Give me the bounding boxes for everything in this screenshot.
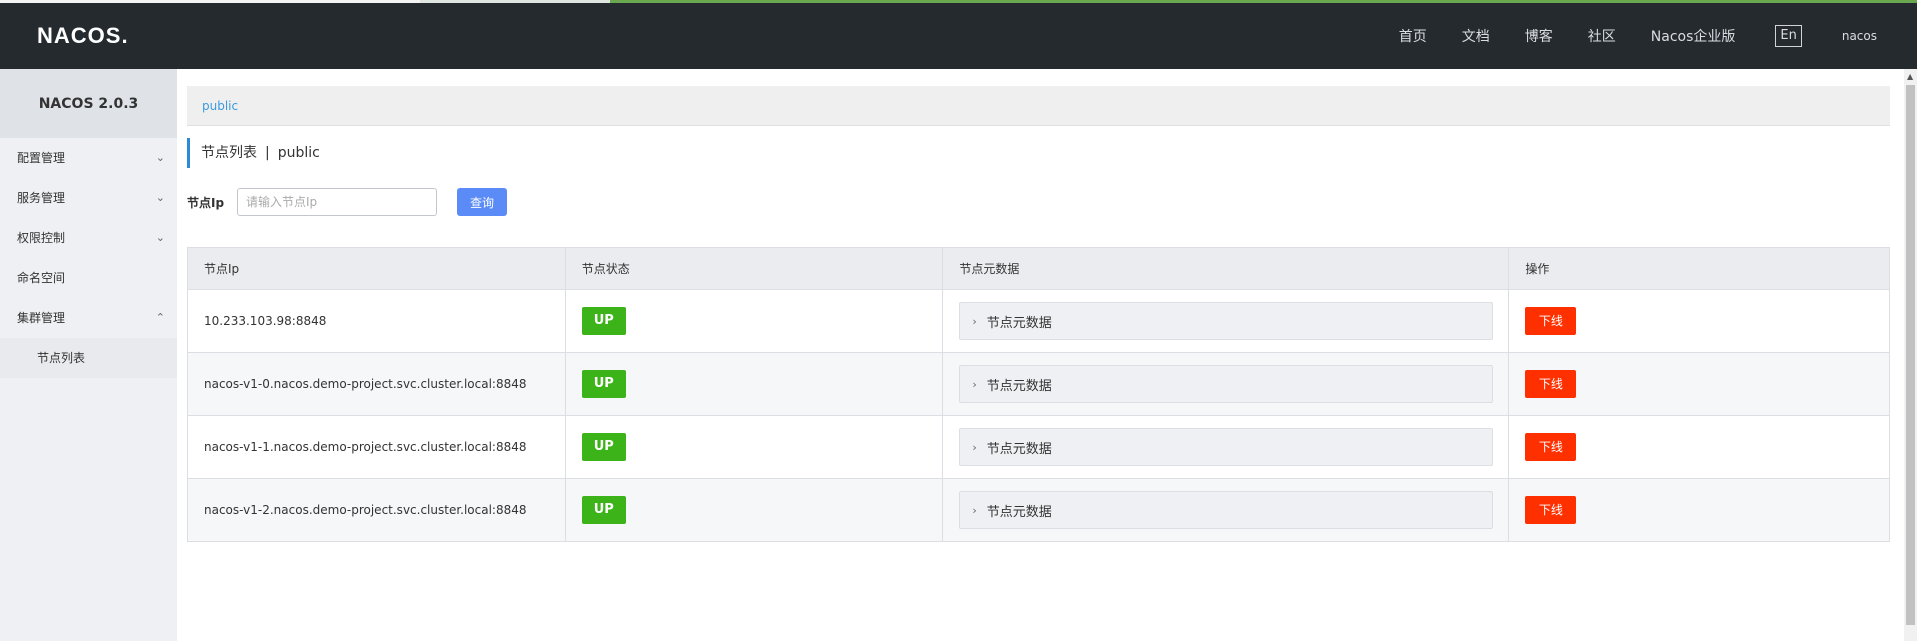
chevron-right-icon: › xyxy=(972,440,977,454)
node-metadata-cell: › 节点元数据 xyxy=(942,415,1510,479)
sidebar-item-namespace[interactable]: 命名空间 xyxy=(0,258,177,298)
nacos-logo[interactable]: NACOS. xyxy=(37,23,129,49)
chevron-up-icon: ⌃ xyxy=(155,311,165,324)
node-status-cell: UP xyxy=(565,415,944,479)
user-menu[interactable]: nacos xyxy=(1842,29,1877,43)
chevron-right-icon: › xyxy=(972,503,977,517)
node-ip-cell: nacos-v1-0.nacos.demo-project.svc.cluste… xyxy=(187,352,566,416)
query-button[interactable]: 查询 xyxy=(457,188,507,216)
node-metadata-cell: › 节点元数据 xyxy=(942,352,1510,416)
sidebar-item-cluster[interactable]: 集群管理 ⌃ xyxy=(0,298,177,338)
main-content: public 节点列表 | public 节点Ip 查询 节点Ip 节点状态 节点元… xyxy=(187,69,1890,641)
node-ip-label: 节点Ip xyxy=(187,195,225,210)
nav-community[interactable]: 社区 xyxy=(1588,26,1616,46)
offline-button[interactable]: 下线 xyxy=(1525,307,1577,335)
namespace-link[interactable]: public xyxy=(202,99,238,113)
table-row: nacos-v1-2.nacos.demo-project.svc.cluste… xyxy=(187,478,1890,542)
node-ip-input[interactable] xyxy=(237,188,437,216)
table-row: 10.233.103.98:8848 UP › 节点元数据 下线 xyxy=(187,289,1890,353)
sidebar-item-label: 服务管理 xyxy=(17,191,66,205)
status-badge: UP xyxy=(581,496,626,524)
metadata-label: 节点元数据 xyxy=(986,315,1052,331)
node-table: 节点Ip 节点状态 节点元数据 操作 10.233.103.98:8848 UP… xyxy=(187,247,1890,542)
chevron-down-icon: ⌄ xyxy=(155,231,165,244)
sidebar-item-label: 配置管理 xyxy=(17,151,66,165)
node-status-cell: UP xyxy=(565,478,944,542)
top-header: NACOS. 首页 文档 博客 社区 Nacos企业版 En nacos xyxy=(0,3,1917,69)
node-status-cell: UP xyxy=(565,289,944,353)
page-title-namespace: public xyxy=(277,145,320,161)
sidebar-item-label: 权限控制 xyxy=(17,231,66,245)
sidebar-item-auth[interactable]: 权限控制 ⌄ xyxy=(0,218,177,258)
node-action-cell: 下线 xyxy=(1508,289,1890,353)
table-row: nacos-v1-0.nacos.demo-project.svc.cluste… xyxy=(187,352,1890,416)
chevron-down-icon: ⌄ xyxy=(155,151,165,164)
node-action-cell: 下线 xyxy=(1508,352,1890,416)
namespace-bar: public xyxy=(187,86,1890,126)
node-metadata-cell: › 节点元数据 xyxy=(942,478,1510,542)
nav-blog[interactable]: 博客 xyxy=(1525,26,1553,46)
table-row: nacos-v1-1.nacos.demo-project.svc.cluste… xyxy=(187,415,1890,479)
node-ip-cell: 10.233.103.98:8848 xyxy=(187,289,566,353)
metadata-collapse[interactable]: › 节点元数据 xyxy=(959,365,1494,403)
sidebar-item-label: 命名空间 xyxy=(17,271,66,285)
metadata-label: 节点元数据 xyxy=(986,441,1052,457)
sidebar: NACOS 2.0.3 配置管理 ⌄ 服务管理 ⌄ 权限控制 ⌄ 命名空间 集群… xyxy=(0,69,177,641)
metadata-label: 节点元数据 xyxy=(986,504,1052,520)
language-switch-button[interactable]: En xyxy=(1775,25,1802,47)
nav-home[interactable]: 首页 xyxy=(1399,26,1427,46)
metadata-collapse[interactable]: › 节点元数据 xyxy=(959,302,1494,340)
sidebar-item-service[interactable]: 服务管理 ⌄ xyxy=(0,178,177,218)
node-ip-cell: nacos-v1-2.nacos.demo-project.svc.cluste… xyxy=(187,478,566,542)
column-header-metadata: 节点元数据 xyxy=(942,247,1510,290)
chevron-right-icon: › xyxy=(972,377,977,391)
metadata-collapse[interactable]: › 节点元数据 xyxy=(959,491,1494,529)
chevron-right-icon: › xyxy=(972,314,977,328)
filter-bar: 节点Ip 查询 xyxy=(187,187,507,217)
sidebar-subitem-node-list[interactable]: 节点列表 xyxy=(0,338,177,378)
title-separator: | xyxy=(265,145,270,161)
vertical-scrollbar[interactable]: ▲ xyxy=(1904,69,1917,641)
chevron-down-icon: ⌄ xyxy=(155,191,165,204)
top-nav: 首页 文档 博客 社区 Nacos企业版 En nacos xyxy=(1364,3,1877,69)
metadata-collapse[interactable]: › 节点元数据 xyxy=(959,428,1494,466)
node-ip-cell: nacos-v1-1.nacos.demo-project.svc.cluste… xyxy=(187,415,566,479)
offline-button[interactable]: 下线 xyxy=(1525,433,1577,461)
node-metadata-cell: › 节点元数据 xyxy=(942,289,1510,353)
status-badge: UP xyxy=(581,370,626,398)
nav-enterprise[interactable]: Nacos企业版 xyxy=(1651,26,1736,46)
table-header-row: 节点Ip 节点状态 节点元数据 操作 xyxy=(187,247,1890,290)
scroll-up-icon[interactable]: ▲ xyxy=(1907,72,1913,81)
offline-button[interactable]: 下线 xyxy=(1525,496,1577,524)
column-header-status: 节点状态 xyxy=(565,247,944,290)
page-title: 节点列表 | public xyxy=(187,138,320,168)
sidebar-item-label: 集群管理 xyxy=(17,311,66,325)
status-badge: UP xyxy=(581,433,626,461)
scrollbar-thumb[interactable] xyxy=(1906,85,1915,625)
metadata-label: 节点元数据 xyxy=(986,378,1052,394)
node-status-cell: UP xyxy=(565,352,944,416)
column-header-actions: 操作 xyxy=(1508,247,1890,290)
page-title-text: 节点列表 xyxy=(201,145,257,161)
column-header-ip: 节点Ip xyxy=(187,247,566,290)
node-action-cell: 下线 xyxy=(1508,478,1890,542)
status-badge: UP xyxy=(581,307,626,335)
offline-button[interactable]: 下线 xyxy=(1525,370,1577,398)
nav-docs[interactable]: 文档 xyxy=(1462,26,1490,46)
sidebar-item-config[interactable]: 配置管理 ⌄ xyxy=(0,138,177,178)
node-action-cell: 下线 xyxy=(1508,415,1890,479)
version-label: NACOS 2.0.3 xyxy=(0,69,177,138)
